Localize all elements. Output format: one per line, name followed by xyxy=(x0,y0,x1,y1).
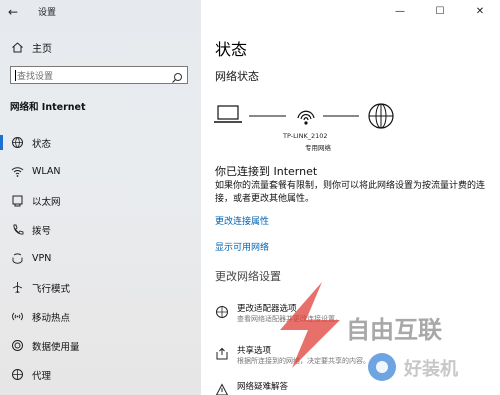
search-placeholder: 查找设置 xyxy=(17,71,54,82)
sidebar-item-label: 拨号 xyxy=(32,225,52,237)
option-title: 共享选项 xyxy=(237,346,272,356)
adapter-options-item[interactable]: 更改适配器选项 查看网络适配器并更改连接设置。 xyxy=(215,302,485,334)
back-button[interactable]: ← xyxy=(8,4,24,20)
minimize-button[interactable]: — xyxy=(380,0,420,22)
wifi-icon xyxy=(10,165,24,179)
option-desc: 查看网络适配器并更改连接设置。 xyxy=(237,315,342,323)
nav-list: 状态 WLAN 以太网 拨号 VPN 飞行模式 移动热点 数据使用量 代理 xyxy=(0,128,201,389)
sidebar-item-label: VPN xyxy=(32,253,52,264)
sidebar: ← 设置 主页 查找设置 网络和 Internet 状态 WLAN 以太网 拨号… xyxy=(0,0,201,395)
option-title: 网络疑难解答 xyxy=(237,382,289,392)
hotspot-icon xyxy=(10,310,24,324)
sidebar-item-label: 以太网 xyxy=(32,196,61,208)
network-type: 专用网络 xyxy=(305,144,331,152)
metered-description: 如果你的流量套餐有限制，则你可以将此网络设置为按流量计费的连接，或者更改其他属性… xyxy=(215,181,486,204)
sharing-icon xyxy=(215,346,229,360)
sidebar-item-status[interactable]: 状态 xyxy=(0,128,201,157)
show-networks-link[interactable]: 显示可用网络 xyxy=(215,240,269,253)
sidebar-item-dialup[interactable]: 拨号 xyxy=(0,215,201,244)
home-icon xyxy=(10,40,24,54)
text-caret xyxy=(15,69,16,81)
sidebar-item-data-usage[interactable]: 数据使用量 xyxy=(0,331,201,360)
adapter-icon xyxy=(215,304,229,318)
troubleshoot-icon xyxy=(215,382,229,395)
sharing-options-item[interactable]: 共享选项 根据所连接到的网络，决定要共享的内容。 xyxy=(215,344,485,376)
sidebar-item-airplane[interactable]: 飞行模式 xyxy=(0,273,201,302)
sidebar-item-label: 数据使用量 xyxy=(32,341,80,353)
change-properties-link[interactable]: 更改连接属性 xyxy=(215,214,269,227)
sidebar-item-label: 代理 xyxy=(32,370,52,382)
sidebar-item-wlan[interactable]: WLAN xyxy=(0,157,201,186)
home-link[interactable]: 主页 xyxy=(10,38,52,56)
sidebar-item-label: 状态 xyxy=(32,138,52,150)
window-title: 设置 xyxy=(38,8,57,18)
dialup-icon xyxy=(10,223,24,237)
search-input[interactable]: 查找设置 xyxy=(10,66,188,84)
title-bar: ← 设置 xyxy=(0,0,201,24)
sidebar-item-label: WLAN xyxy=(32,166,61,177)
sidebar-item-vpn[interactable]: VPN xyxy=(0,244,201,273)
section-title: 网络和 Internet xyxy=(10,102,86,113)
network-name: TP-LINK_2102 xyxy=(283,132,328,140)
search-icon[interactable] xyxy=(171,69,183,83)
change-settings-heading: 更改网络设置 xyxy=(215,270,281,283)
option-desc: 根据所连接到的网络，决定要共享的内容。 xyxy=(237,357,370,365)
sidebar-item-label: 飞行模式 xyxy=(32,283,71,295)
wifi-router-icon xyxy=(297,110,315,125)
data-usage-icon xyxy=(10,339,24,353)
sidebar-item-ethernet[interactable]: 以太网 xyxy=(0,186,201,215)
proxy-icon xyxy=(10,368,24,382)
sidebar-item-hotspot[interactable]: 移动热点 xyxy=(0,302,201,331)
internet-globe-icon xyxy=(368,103,394,129)
main-panel: — ☐ ✕ 状态 网络状态 TP-LINK_2102 专用网络 你已连接到 In… xyxy=(201,0,500,395)
sidebar-item-label: 移动热点 xyxy=(32,312,71,324)
close-button[interactable]: ✕ xyxy=(460,0,500,22)
vpn-icon xyxy=(10,252,24,266)
network-status-heading: 网络状态 xyxy=(215,70,259,83)
globe-status-icon xyxy=(10,136,24,150)
connection-status: 你已连接到 Internet xyxy=(215,165,318,178)
sidebar-item-proxy[interactable]: 代理 xyxy=(0,360,201,389)
airplane-icon xyxy=(10,281,24,295)
option-title: 更改适配器选项 xyxy=(237,304,297,314)
page-title: 状态 xyxy=(215,40,248,59)
ethernet-icon xyxy=(10,194,24,208)
troubleshoot-item[interactable]: 网络疑难解答 xyxy=(215,380,485,395)
maximize-button[interactable]: ☐ xyxy=(420,0,460,22)
laptop-icon xyxy=(214,105,242,123)
home-label: 主页 xyxy=(32,43,52,55)
window-controls: — ☐ ✕ xyxy=(380,0,500,22)
